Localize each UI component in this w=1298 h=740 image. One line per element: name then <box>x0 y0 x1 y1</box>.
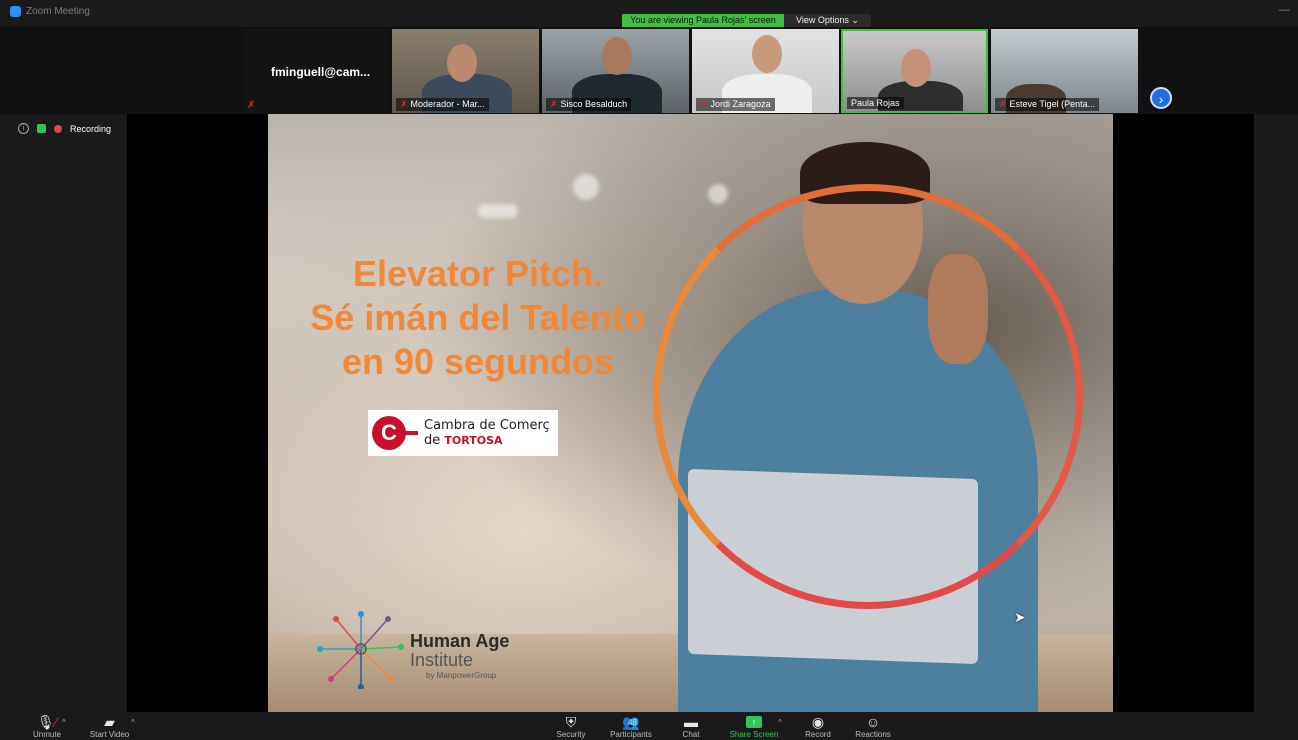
hai-line3: by ManpowerGroup <box>426 671 497 680</box>
participant-tile[interactable]: ✗ Moderador - Mar... <box>392 29 539 113</box>
meeting-toolbar: 🎙⁄ Unmute ^ ▰ Start Video ^ ⛨ Security 👥… <box>0 712 1298 740</box>
participants-count: 48 <box>628 718 637 727</box>
participant-face <box>447 44 477 82</box>
participant-tile-active-speaker[interactable]: Paula Rojas <box>841 29 988 113</box>
app-title: Zoom Meeting <box>10 6 90 17</box>
record-icon: ◉ <box>811 714 825 730</box>
participant-name-tag: ✗ Moderador - Mar... <box>396 98 489 111</box>
smiley-icon: ☺ <box>865 714 881 730</box>
meeting-status: i Recording <box>18 123 111 134</box>
hai-line1: Human Age <box>410 631 510 651</box>
share-screen-icon: ↑ <box>746 716 762 728</box>
chat-label: Chat <box>682 730 700 739</box>
reactions-label: Reactions <box>855 730 891 739</box>
participant-face <box>602 37 632 75</box>
participant-name-tag: Paula Rojas <box>847 97 904 109</box>
video-options-caret-icon[interactable]: ^ <box>131 718 135 727</box>
mic-muted-icon: ✗ <box>999 99 1007 109</box>
video-off-icon: ▰ <box>104 714 115 730</box>
background-light <box>573 174 599 200</box>
audio-options-caret-icon[interactable]: ^ <box>62 718 66 727</box>
participant-name: Esteve Tigel (Penta... <box>1009 99 1096 109</box>
view-options-button[interactable]: View Options ⌄ <box>784 14 871 27</box>
cambra-line2: de TORTOSA <box>424 433 550 448</box>
mic-muted-icon: ✗ <box>400 99 408 109</box>
participant-tile[interactable]: ✗ Esteve Tigel (Penta... <box>991 29 1138 113</box>
participant-tile[interactable]: ✗ Sisco Besalduch <box>542 29 689 113</box>
shield-icon: ⛨ <box>565 714 577 730</box>
minimize-button[interactable]: — <box>1279 4 1290 16</box>
participant-strip: fminguell@cam... ✗ ✗ Moderador - Mar... ✗… <box>0 27 1298 114</box>
participant-name-tag: ✗ Jordi Zaragoza <box>696 98 775 111</box>
cambra-text: Cambra de Comerç de TORTOSA <box>424 418 550 448</box>
background-light <box>708 184 728 204</box>
participant-name: Paula Rojas <box>851 98 900 108</box>
chat-bubble-icon: ▬ <box>684 714 698 730</box>
background-light <box>478 204 518 218</box>
cambra-arrow-icon <box>404 431 418 435</box>
cambra-c-icon: C <box>372 416 406 450</box>
encryption-shield-icon[interactable] <box>37 124 46 133</box>
slide-title-line: en 90 segundos <box>341 341 615 382</box>
title-bar: Zoom Meeting You are viewing Paula Rojas… <box>0 0 1298 27</box>
next-page-arrow-icon[interactable]: › <box>1150 87 1172 109</box>
orange-ring-graphic <box>653 184 1083 609</box>
share-options-caret-icon[interactable]: ^ <box>778 718 782 727</box>
start-video-label: Start Video <box>89 730 130 739</box>
participant-name-tag: ✗ Sisco Besalduch <box>546 98 632 111</box>
cambra-line1: Cambra de Comerç <box>424 418 550 433</box>
reactions-button[interactable]: ☺ Reactions <box>850 714 896 739</box>
security-label: Security <box>556 730 586 739</box>
participant-name: fminguell@cam... <box>271 65 371 79</box>
mic-muted-icon: ✗ <box>700 99 708 109</box>
unmute-label: Unmute <box>32 730 61 739</box>
participant-tile[interactable]: ✗ Jordi Zaragoza <box>692 29 839 113</box>
hai-line2: Institute <box>410 650 474 670</box>
participants-button[interactable]: 👥 48 Participants <box>602 714 660 739</box>
cambra-comerc-logo: C Cambra de Comerç de TORTOSA <box>368 410 558 456</box>
window-title: Zoom Meeting <box>26 6 90 17</box>
presentation-slide: Elevator Pitch. Sé imán del Talento en 9… <box>268 114 1113 712</box>
record-label: Record <box>805 730 831 739</box>
slide-title-line: Elevator Pitch. <box>352 253 604 294</box>
share-screen-label: Share Screen <box>729 730 779 739</box>
participant-face <box>752 35 782 73</box>
participants-label: Participants <box>610 730 652 739</box>
mic-muted-icon: ✗ <box>550 99 558 109</box>
participant-name: Moderador - Mar... <box>410 99 485 109</box>
info-icon[interactable]: i <box>18 123 29 134</box>
zoom-logo-icon <box>10 6 21 17</box>
participant-face <box>901 49 931 87</box>
participant-tile[interactable]: fminguell@cam... ✗ <box>243 29 390 113</box>
participant-name-tag: ✗ Esteve Tigel (Penta... <box>995 98 1100 111</box>
recording-dot-icon <box>54 124 62 133</box>
participant-name: Jordi Zaragoza <box>710 99 771 109</box>
share-screen-button[interactable]: ↑ Share Screen <box>726 714 782 739</box>
mic-muted-icon: ✗ <box>247 100 256 111</box>
viewing-screen-banner: You are viewing Paula Rojas' screen <box>622 14 784 27</box>
record-button[interactable]: ◉ Record <box>798 714 838 739</box>
security-button[interactable]: ⛨ Security <box>550 714 592 739</box>
slide-title: Elevator Pitch. Sé imán del Talento en 9… <box>268 252 688 384</box>
burst-logo-icon <box>317 611 404 689</box>
human-age-institute-logo: Human Age Institute by ManpowerGroup <box>316 609 536 699</box>
participant-name: Sisco Besalduch <box>560 99 628 109</box>
chat-button[interactable]: ▬ Chat <box>672 714 710 739</box>
cambra-prefix: de <box>424 433 445 448</box>
recording-label: Recording <box>70 123 112 134</box>
start-video-button[interactable]: ▰ Start Video <box>82 714 137 739</box>
mouse-cursor-icon: ➤ <box>1014 609 1026 625</box>
cambra-brand: TORTOSA <box>444 434 503 447</box>
hai-wordmark: Human Age Institute by ManpowerGroup <box>410 631 509 680</box>
slide-title-line: Sé imán del Talento <box>310 297 646 338</box>
